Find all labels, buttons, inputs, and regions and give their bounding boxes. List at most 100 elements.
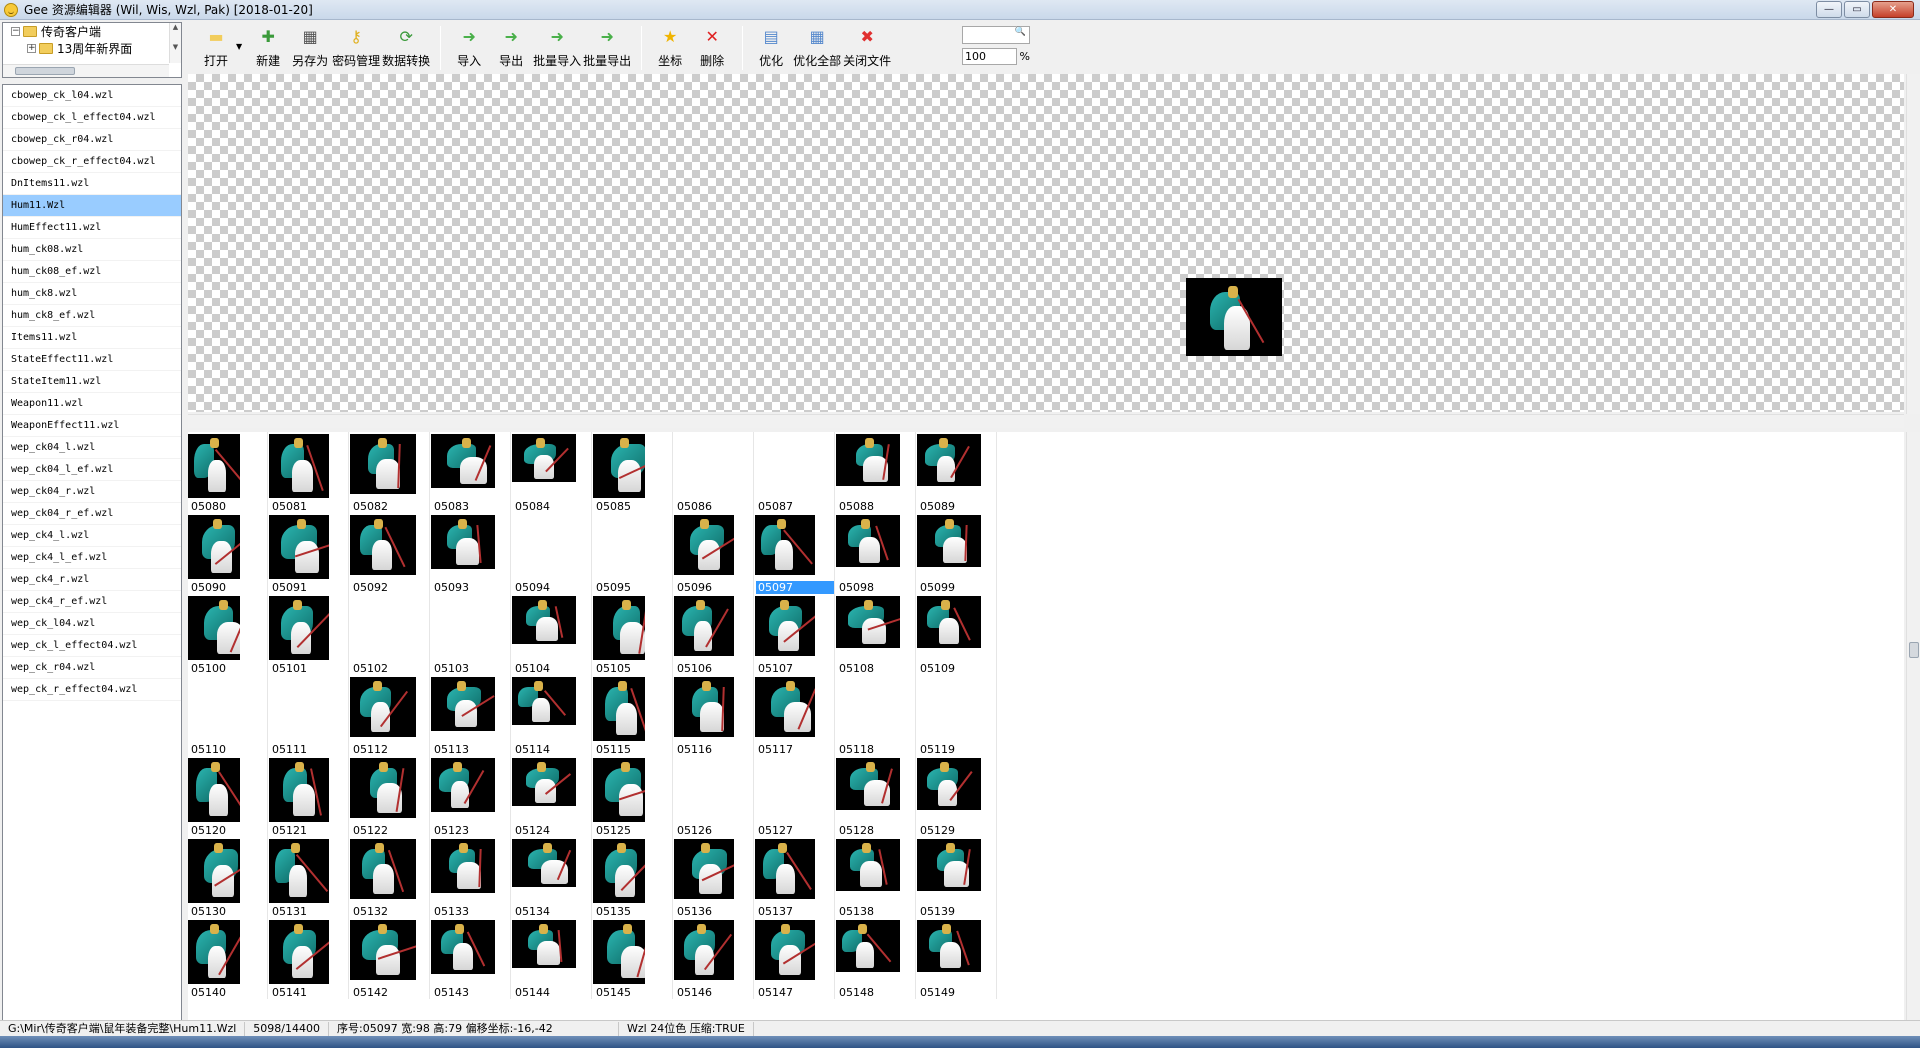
frame-thumbnail[interactable]: 05080	[188, 432, 268, 513]
frame-thumbnail[interactable]: 05082	[350, 432, 430, 513]
frame-thumbnail[interactable]: 05149	[917, 918, 997, 999]
grid-vertical-scrollbar[interactable]	[1906, 432, 1920, 1020]
toolbar-button-12[interactable]: ▦ 优化全部	[793, 22, 841, 72]
frame-thumbnail[interactable]: 05089	[917, 432, 997, 513]
frame-thumbnail[interactable]: 05117	[755, 675, 835, 756]
file-list-item[interactable]: StateEffect11.wzl	[3, 349, 181, 371]
frame-thumbnail[interactable]: 05125	[593, 756, 673, 837]
frame-thumbnail[interactable]: 05127	[755, 756, 835, 837]
dropdown-arrow-icon[interactable]: ▼	[236, 42, 242, 51]
minimize-button[interactable]: —	[1816, 1, 1842, 18]
frame-thumbnail[interactable]: 05120	[188, 756, 268, 837]
tree-item-root[interactable]: − 传奇客户端	[3, 23, 181, 40]
toolbar-button-4[interactable]: ⟳ 数据转换	[382, 22, 430, 72]
frame-thumbnail[interactable]: 05129	[917, 756, 997, 837]
restore-button[interactable]: ▭	[1844, 1, 1870, 18]
search-field[interactable]: 🔍	[962, 26, 1030, 44]
frame-thumbnail[interactable]: 05096	[674, 513, 754, 594]
frame-thumbnail[interactable]: 05081	[269, 432, 349, 513]
toolbar-button-1[interactable]: ✚ 新建	[248, 22, 288, 72]
frame-thumbnail[interactable]: 05146	[674, 918, 754, 999]
preview-vertical-scrollbar[interactable]	[1906, 74, 1920, 414]
file-list-item[interactable]: hum_ck8.wzl	[3, 283, 181, 305]
frame-thumbnail[interactable]: 05145	[593, 918, 673, 999]
file-list-item[interactable]: Weapon11.wzl	[3, 393, 181, 415]
frame-thumbnail[interactable]: 05137	[755, 837, 835, 918]
frame-thumbnail[interactable]: 05091	[269, 513, 349, 594]
frame-thumbnail[interactable]: 05092	[350, 513, 430, 594]
frame-thumbnail[interactable]: 05111	[269, 675, 349, 756]
zoom-input[interactable]: 100	[962, 48, 1017, 65]
frame-thumbnail[interactable]: 05135	[593, 837, 673, 918]
frame-thumbnail[interactable]: 05102	[350, 594, 430, 675]
toolbar-button-10[interactable]: ✕ 删除	[692, 22, 732, 72]
frame-thumbnail[interactable]: 05131	[269, 837, 349, 918]
frame-thumbnail[interactable]: 05109	[917, 594, 997, 675]
frame-thumbnail[interactable]: 05144	[512, 918, 592, 999]
frame-thumbnail[interactable]: 05108	[836, 594, 916, 675]
file-list-item[interactable]: wep_ck04_l_ef.wzl	[3, 459, 181, 481]
file-list-item[interactable]: wep_ck04_r_ef.wzl	[3, 503, 181, 525]
file-list-item[interactable]: hum_ck08.wzl	[3, 239, 181, 261]
frame-thumbnail[interactable]: 05087	[755, 432, 835, 513]
scroll-down-icon[interactable]: ▼	[170, 43, 181, 51]
frame-thumbnail[interactable]: 05084	[512, 432, 592, 513]
frame-thumbnail[interactable]: 05103	[431, 594, 511, 675]
frame-thumbnail[interactable]: 05147	[755, 918, 835, 999]
toolbar-button-9[interactable]: ★ 坐标	[650, 22, 690, 72]
frame-thumbnail[interactable]: 05107	[755, 594, 835, 675]
frame-thumbnail[interactable]: 05130	[188, 837, 268, 918]
toolbar-button-6[interactable]: ➜ 导出	[491, 22, 531, 72]
file-list-item[interactable]: cbowep_ck_r04.wzl	[3, 129, 181, 151]
file-list-item[interactable]: WeaponEffect11.wzl	[3, 415, 181, 437]
frame-thumbnail[interactable]: 05090	[188, 513, 268, 594]
frame-thumbnail[interactable]: 05128	[836, 756, 916, 837]
scroll-up-icon[interactable]: ▲	[170, 23, 181, 31]
tree-item-child[interactable]: + 13周年新界面	[3, 40, 181, 57]
frame-thumbnail[interactable]: 05134	[512, 837, 592, 918]
frame-thumbnail[interactable]: 05106	[674, 594, 754, 675]
frame-thumbnail[interactable]: 05143	[431, 918, 511, 999]
toolbar-button-11[interactable]: ▤ 优化	[751, 22, 791, 72]
tree-vertical-scrollbar[interactable]: ▲ ▼	[169, 23, 181, 63]
toolbar-button-5[interactable]: ➜ 导入	[449, 22, 489, 72]
frame-thumbnail[interactable]: 05112	[350, 675, 430, 756]
frame-thumbnail[interactable]: 05148	[836, 918, 916, 999]
frame-thumbnail[interactable]: 05094	[512, 513, 592, 594]
toolbar-button-8[interactable]: ➜ 批量导出	[583, 22, 631, 72]
frame-thumbnail[interactable]: 05138	[836, 837, 916, 918]
file-list-item[interactable]: hum_ck08_ef.wzl	[3, 261, 181, 283]
file-list-item[interactable]: cbowep_ck_l_effect04.wzl	[3, 107, 181, 129]
frame-thumbnail[interactable]: 05121	[269, 756, 349, 837]
file-list-item[interactable]: cbowep_ck_r_effect04.wzl	[3, 151, 181, 173]
file-list-item[interactable]: HumEffect11.wzl	[3, 217, 181, 239]
frame-thumbnail[interactable]: 05118	[836, 675, 916, 756]
frame-thumbnail[interactable]: 05113	[431, 675, 511, 756]
file-list-item[interactable]: wep_ck_r_effect04.wzl	[3, 679, 181, 701]
toolbar-button-2[interactable]: ▦ 另存为	[290, 22, 330, 72]
expand-icon[interactable]: +	[27, 44, 36, 53]
frame-thumbnail[interactable]: 05110	[188, 675, 268, 756]
frame-thumbnail[interactable]: 05142	[350, 918, 430, 999]
frame-thumbnail[interactable]: 05114	[512, 675, 592, 756]
frame-thumbnail[interactable]: 05124	[512, 756, 592, 837]
frame-thumbnail[interactable]: 05133	[431, 837, 511, 918]
frame-thumbnail[interactable]: 05122	[350, 756, 430, 837]
search-icon[interactable]: 🔍	[1015, 27, 1026, 37]
toolbar-button-3[interactable]: ⚷ 密码管理	[332, 22, 380, 72]
preview-horizontal-scrollbar[interactable]	[188, 414, 1904, 428]
frame-thumbnail[interactable]: 05140	[188, 918, 268, 999]
frame-thumbnail[interactable]: 05104	[512, 594, 592, 675]
tree-horizontal-scrollbar[interactable]	[3, 64, 169, 77]
toolbar-button-13[interactable]: ✖ 关闭文件	[843, 22, 891, 72]
file-list-item[interactable]: wep_ck4_l.wzl	[3, 525, 181, 547]
collapse-icon[interactable]: −	[11, 27, 20, 36]
frame-thumbnail[interactable]: 05105	[593, 594, 673, 675]
scroll-thumb[interactable]	[1909, 642, 1919, 658]
frame-thumbnail[interactable]: 05123	[431, 756, 511, 837]
frame-thumbnail[interactable]: 05100	[188, 594, 268, 675]
file-list-item[interactable]: StateItem11.wzl	[3, 371, 181, 393]
frame-thumbnail[interactable]: 05126	[674, 756, 754, 837]
frame-thumbnail[interactable]: 05119	[917, 675, 997, 756]
frame-thumbnail[interactable]: 05098	[836, 513, 916, 594]
